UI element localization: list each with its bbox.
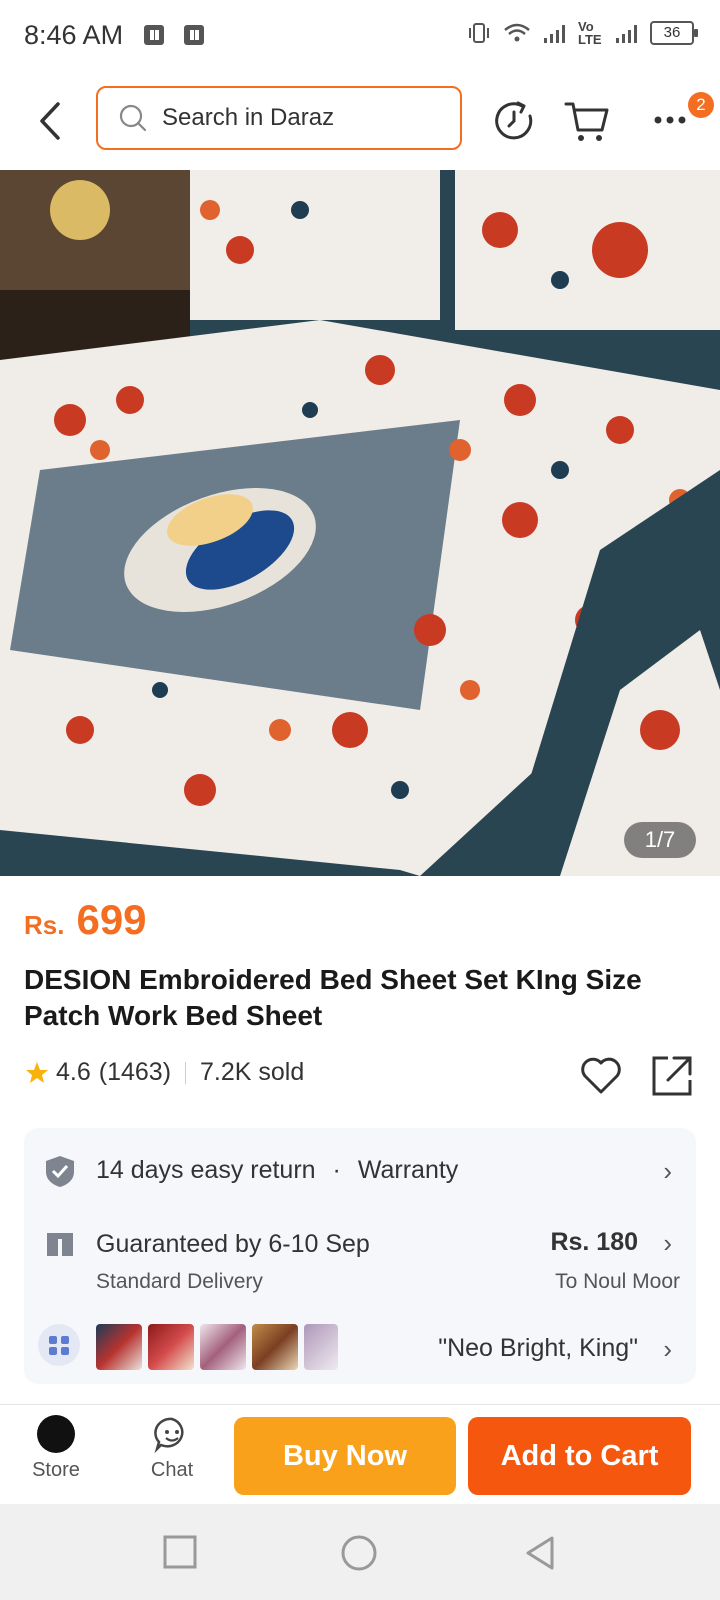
notification-badge: 2 [688,92,714,118]
delivery-type: Standard Delivery [96,1270,263,1293]
back-button[interactable] [28,94,72,148]
delivery-guarantee[interactable]: Guaranteed by 6-10 Sep [96,1230,370,1259]
top-header: Search in Daraz 2 [0,72,720,170]
warranty-text: Warranty [357,1156,459,1184]
product-title: DESION Embroidered Bed Sheet Set KIng Si… [24,964,642,1031]
divider [185,1061,187,1084]
add-to-cart-button[interactable]: Add to Cart [468,1417,691,1495]
image-counter: 1/7 [624,822,696,858]
share-icon[interactable] [650,1054,694,1098]
search-input[interactable]: Search in Daraz [96,86,462,150]
variant-thumbnail[interactable] [96,1324,142,1370]
variants-icon [38,1324,80,1366]
vibrate-icon [469,23,489,43]
system-nav-bar [0,1504,720,1600]
notification-icons [142,22,208,48]
home-icon[interactable] [340,1534,378,1572]
chevron-right-icon[interactable]: › [663,1334,672,1365]
store-logo [37,1415,75,1453]
wifi-icon [504,23,530,42]
variant-thumbnail[interactable] [304,1324,338,1370]
separator-dot: · [332,1156,341,1184]
price-currency: Rs. [24,910,65,940]
variant-thumbnails[interactable] [96,1324,338,1370]
store-button[interactable]: Store [16,1415,96,1482]
cart-icon[interactable] [562,94,614,146]
shield-icon [46,1156,74,1187]
back-nav-icon[interactable] [522,1534,558,1572]
price: Rs. 699 [24,896,147,944]
buy-now-button[interactable]: Buy Now [234,1417,456,1495]
chevron-right-icon[interactable]: › [663,1228,672,1259]
app-notification-icon [184,25,204,45]
bottom-action-bar: Store Chat Buy Now Add to Cart [0,1404,720,1505]
package-icon [47,1233,73,1256]
return-policy-text: 14 days easy return [96,1156,316,1184]
chevron-right-icon[interactable]: › [663,1156,672,1187]
store-label: Store [32,1459,80,1481]
network-label: Vo LTE [578,19,602,47]
status-time: 8:46 AM [24,20,124,50]
app-notification-icon [144,25,164,45]
review-count: (1463) [98,1058,172,1086]
battery-icon: 36 [650,21,698,45]
selected-variant[interactable]: "Neo Bright, King" [438,1334,638,1363]
price-value: 699 [76,896,147,943]
variant-thumbnail[interactable] [148,1324,194,1370]
wishlist-heart-icon[interactable] [578,1052,624,1098]
variant-thumbnail[interactable] [252,1324,298,1370]
history-icon[interactable] [488,94,540,146]
chat-button[interactable]: Chat [132,1415,212,1482]
chat-icon [154,1417,184,1453]
delivery-fee: Rs. 180 [550,1228,638,1256]
service-info-card: 14 days easy return · Warranty › Guarant… [24,1128,696,1384]
signal-icon [616,25,637,43]
product-image-gallery[interactable]: 1/7 [0,170,720,876]
variant-thumbnail[interactable] [200,1324,246,1370]
star-icon [26,1061,48,1083]
chat-label: Chat [150,1459,194,1481]
return-warranty-row[interactable]: 14 days easy return · Warranty [96,1156,458,1185]
search-icon [119,104,147,132]
rating-value: 4.6 [56,1058,91,1086]
recent-apps-icon[interactable] [162,1534,198,1570]
status-right: Vo LTE 36 [466,19,698,47]
search-placeholder: Search in Daraz [162,104,335,131]
rating-row[interactable]: 4.6 (1463) 7.2K sold [24,1058,304,1087]
signal-icon [544,25,565,43]
status-bar: 8:46 AM Vo LTE 36 [0,0,720,72]
bed-sheet-photo [0,170,720,876]
sold-count: 7.2K sold [200,1058,305,1086]
delivery-location[interactable]: To Noul Moor [555,1270,680,1294]
